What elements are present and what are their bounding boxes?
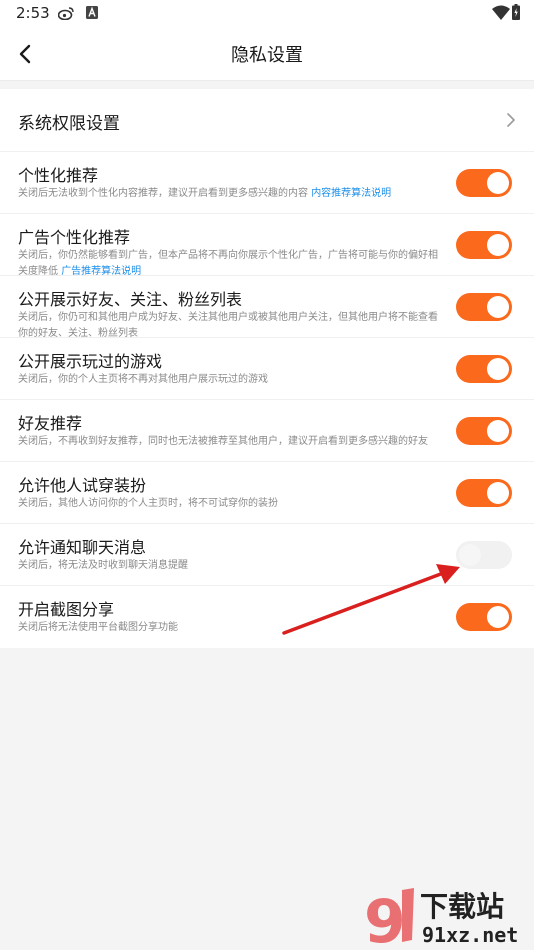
- status-bar: 2:53: [0, 0, 534, 28]
- public-friends-list-toggle[interactable]: [456, 293, 512, 321]
- try-on-outfit-row: 允许他人试穿装扮 关闭后，其他人访问你的个人主页时，将不可试穿你的装扮: [0, 462, 534, 524]
- setting-title: 允许他人试穿装扮: [18, 476, 147, 495]
- battery-icon: [512, 4, 520, 20]
- setting-title: 允许通知聊天消息: [18, 538, 147, 557]
- personalized-recommend-toggle[interactable]: [456, 169, 512, 197]
- setting-title: 公开展示玩过的游戏: [18, 352, 163, 371]
- setting-description: 关闭后将无法使用平台截图分享功能: [18, 622, 178, 633]
- toggle-knob: [487, 172, 509, 194]
- toggle-knob: [487, 606, 509, 628]
- ad-personalized-row: 广告个性化推荐 关闭后，你仍然能够看到广告，但本产品将不再向你展示个性化广告，广…: [0, 214, 534, 277]
- setting-description: 关闭后，将无法及时收到聊天消息提醒: [18, 560, 188, 571]
- toggle-knob: [487, 420, 509, 442]
- chat-notification-row: 允许通知聊天消息 关闭后，将无法及时收到聊天消息提醒: [0, 524, 534, 586]
- svg-text:9: 9: [364, 887, 406, 948]
- public-friends-list-row: 公开展示好友、关注、粉丝列表 关闭后，你仍可和其他用户成为好友、关注其他用户或被…: [0, 276, 534, 339]
- friend-recommend-toggle[interactable]: [456, 417, 512, 445]
- a-badge-icon: [86, 6, 98, 19]
- setting-title: 开启截图分享: [18, 600, 115, 619]
- settings-list: 系统权限设置 个性化推荐 关闭后无法收到个性化内容推荐，建议开启看到更多感兴趣的…: [0, 89, 534, 648]
- setting-title: 公开展示好友、关注、粉丝列表: [18, 290, 243, 309]
- chat-notification-toggle[interactable]: [456, 541, 512, 569]
- setting-title: 个性化推荐: [18, 166, 99, 185]
- algorithm-link[interactable]: 内容推荐算法说明: [311, 188, 391, 199]
- personalized-recommend-row: 个性化推荐 关闭后无法收到个性化内容推荐，建议开启看到更多感兴趣的内容 内容推荐…: [0, 152, 534, 214]
- setting-description: 关闭后，不再收到好友推荐，同时也无法被推荐至其他用户，建议开启看到更多感兴趣的好…: [18, 436, 428, 447]
- watermark-brand: 下载站: [420, 890, 504, 923]
- toggle-knob: [487, 358, 509, 380]
- page-title: 隐私设置: [231, 45, 303, 66]
- system-permissions-label: 系统权限设置: [18, 114, 120, 134]
- setting-title: 广告个性化推荐: [18, 228, 131, 247]
- screenshot-share-row: 开启截图分享 关闭后将无法使用平台截图分享功能: [0, 586, 534, 648]
- wifi-icon: [492, 5, 510, 20]
- setting-description: 关闭后，你的个人主页将不再对其他用户展示玩过的游戏: [18, 374, 268, 385]
- top-bar: 隐私设置: [0, 28, 534, 81]
- status-time: 2:53: [16, 4, 50, 22]
- toggle-knob: [459, 544, 481, 566]
- setting-title: 好友推荐: [18, 414, 83, 433]
- setting-description: 关闭后，其他人访问你的个人主页时，将不可试穿你的装扮: [18, 498, 278, 509]
- system-permissions-row[interactable]: 系统权限设置: [0, 89, 534, 152]
- toggle-knob: [487, 482, 509, 504]
- try-on-outfit-toggle[interactable]: [456, 479, 512, 507]
- chevron-right-icon: [507, 113, 515, 127]
- toggle-knob: [487, 234, 509, 256]
- friend-recommend-row: 好友推荐 关闭后，不再收到好友推荐，同时也无法被推荐至其他用户，建议开启看到更多…: [0, 400, 534, 462]
- toggle-knob: [487, 296, 509, 318]
- setting-description: 关闭后无法收到个性化内容推荐，建议开启看到更多感兴趣的内容 内容推荐算法说明: [18, 188, 392, 199]
- weibo-icon: [58, 7, 74, 20]
- watermark-site: 91xz.net: [422, 923, 518, 947]
- public-played-games-toggle[interactable]: [456, 355, 512, 383]
- ad-personalized-toggle[interactable]: [456, 231, 512, 259]
- public-played-games-row: 公开展示玩过的游戏 关闭后，你的个人主页将不再对其他用户展示玩过的游戏: [0, 338, 534, 400]
- watermark-logo-icon: 9 下载站 91xz.net: [364, 887, 518, 948]
- screenshot-share-toggle[interactable]: [456, 603, 512, 631]
